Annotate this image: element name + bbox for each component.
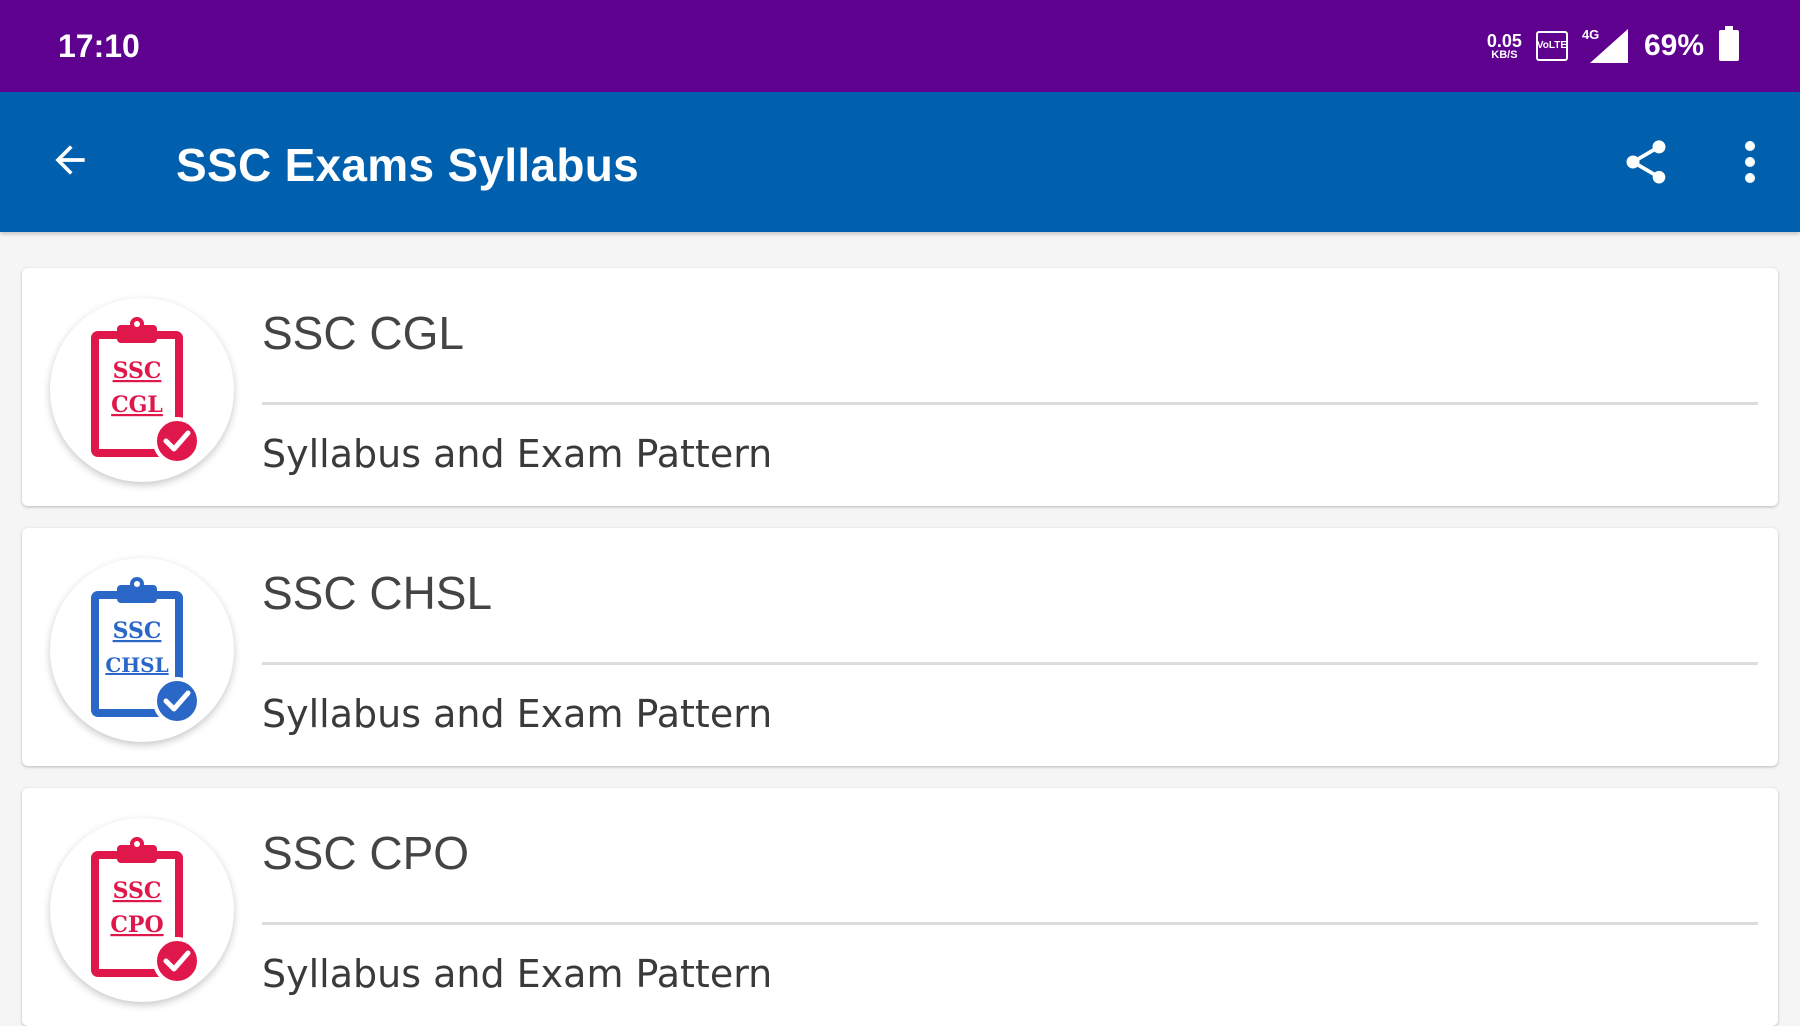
network-speed-value: 0.05	[1486, 30, 1522, 51]
back-button[interactable]	[40, 132, 100, 192]
clipboard-label-top: SSC	[113, 358, 162, 384]
exam-card-ssc-cgl[interactable]: SSC CGL SSC CGL Syllabus and Exam Patter…	[22, 268, 1778, 506]
divider	[262, 402, 1758, 405]
app-bar: SSC Exams Syllabus	[0, 92, 1800, 232]
clipboard-label-top: SSC	[113, 878, 162, 904]
volte-icon: VoLTE	[1535, 31, 1568, 61]
signal-icon: 4G	[1582, 27, 1630, 65]
exam-subtitle: Syllabus and Exam Pattern	[262, 432, 773, 476]
status-icons: 0.05 KB/S VoLTE 4G 69%	[1487, 22, 1740, 70]
clipboard-label-bottom: CPO	[110, 912, 163, 938]
share-icon	[1620, 136, 1672, 193]
network-speed-unit: KB/S	[1491, 48, 1518, 61]
exam-title: SSC CHSL	[262, 567, 493, 619]
clipboard-label-top: SSC	[113, 618, 162, 644]
battery-icon	[1718, 25, 1740, 67]
exam-title: SSC CPO	[262, 827, 470, 879]
arrow-back-icon	[48, 138, 92, 187]
network-speed-indicator: 0.05 KB/S	[1487, 32, 1522, 61]
status-time: 17:10	[58, 28, 140, 64]
more-options-button[interactable]	[1730, 134, 1770, 194]
page-title: SSC Exams Syllabus	[176, 139, 640, 191]
clipboard-check-icon: SSC CHSL	[50, 558, 234, 742]
exam-title: SSC CGL	[262, 307, 464, 359]
divider	[262, 922, 1758, 925]
battery-percentage: 69%	[1643, 29, 1704, 62]
clipboard-check-icon: SSC CPO	[50, 818, 234, 1002]
share-button[interactable]	[1616, 134, 1676, 194]
exam-subtitle: Syllabus and Exam Pattern	[262, 692, 773, 736]
status-bar: 17:10 0.05 KB/S VoLTE 4G 69%	[0, 0, 1800, 92]
exam-card-ssc-cpo[interactable]: SSC CPO SSC CPO Syllabus and Exam Patter…	[22, 788, 1778, 1026]
clipboard-label-bottom: CGL	[111, 392, 163, 418]
exam-subtitle: Syllabus and Exam Pattern	[262, 952, 773, 996]
divider	[262, 662, 1758, 665]
more-vert-icon	[1743, 140, 1757, 189]
clipboard-check-icon: SSC CGL	[50, 298, 234, 482]
clipboard-label-bottom: CHSL	[105, 653, 168, 677]
exam-card-ssc-chsl[interactable]: SSC CHSL SSC CHSL Syllabus and Exam Patt…	[22, 528, 1778, 766]
